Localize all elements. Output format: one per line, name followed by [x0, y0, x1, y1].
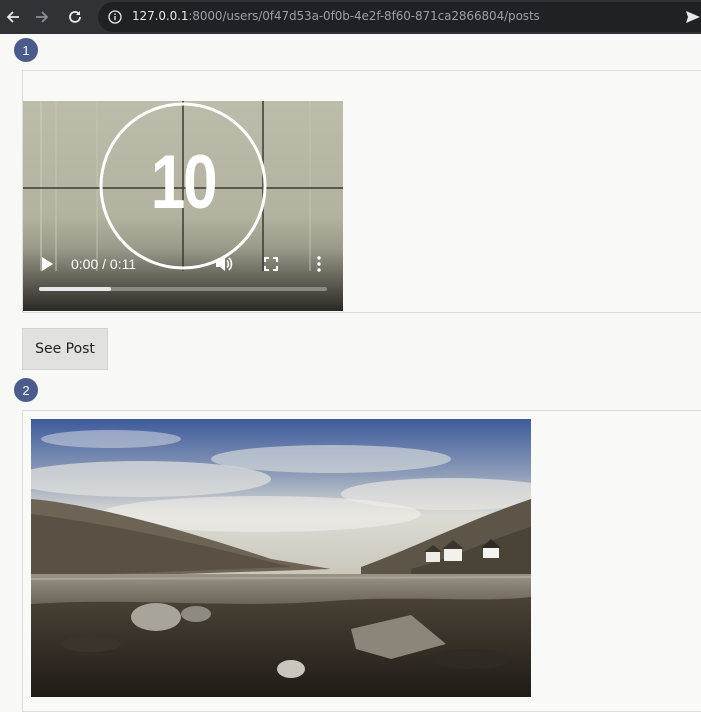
url-path: :8000/users/0f47d53a-0f0b-4e2f-8f60-871c…	[188, 9, 540, 23]
landscape-image	[31, 419, 531, 697]
progress-fill	[39, 287, 111, 291]
forward-button[interactable]	[31, 6, 53, 28]
post-number-badge: 2	[14, 378, 38, 402]
post-number-badge: 1	[14, 38, 38, 62]
back-button[interactable]	[2, 6, 24, 28]
play-button[interactable]	[37, 254, 57, 274]
info-icon[interactable]	[108, 10, 122, 24]
countdown-number: 10	[150, 140, 218, 225]
browser-toolbar: 127.0.0.1:8000/users/0f47d53a-0f0b-4e2f-…	[0, 0, 701, 34]
reload-icon	[69, 11, 81, 23]
fullscreen-button[interactable]	[262, 255, 280, 273]
send-icon[interactable]	[684, 8, 701, 26]
url-text: 127.0.0.1:8000/users/0f47d53a-0f0b-4e2f-…	[132, 9, 540, 23]
progress-track[interactable]	[39, 287, 327, 291]
play-icon	[42, 257, 53, 271]
volume-button[interactable]	[213, 254, 233, 274]
video-player[interactable]: 10 0:00 / 0:11	[23, 101, 343, 311]
fullscreen-icon	[264, 257, 278, 271]
more-vertical-icon	[317, 256, 321, 272]
address-bar[interactable]: 127.0.0.1:8000/users/0f47d53a-0f0b-4e2f-…	[98, 2, 701, 32]
reload-button[interactable]	[64, 6, 86, 28]
url-host: 127.0.0.1	[132, 9, 189, 23]
see-post-button[interactable]: See Post	[22, 328, 108, 370]
post-image	[31, 419, 531, 697]
volume-icon	[216, 257, 233, 271]
arrow-left-icon	[6, 11, 19, 23]
arrow-right-icon	[36, 11, 49, 23]
time-display: 0:00 / 0:11	[71, 256, 137, 272]
more-options-button[interactable]	[312, 255, 326, 273]
